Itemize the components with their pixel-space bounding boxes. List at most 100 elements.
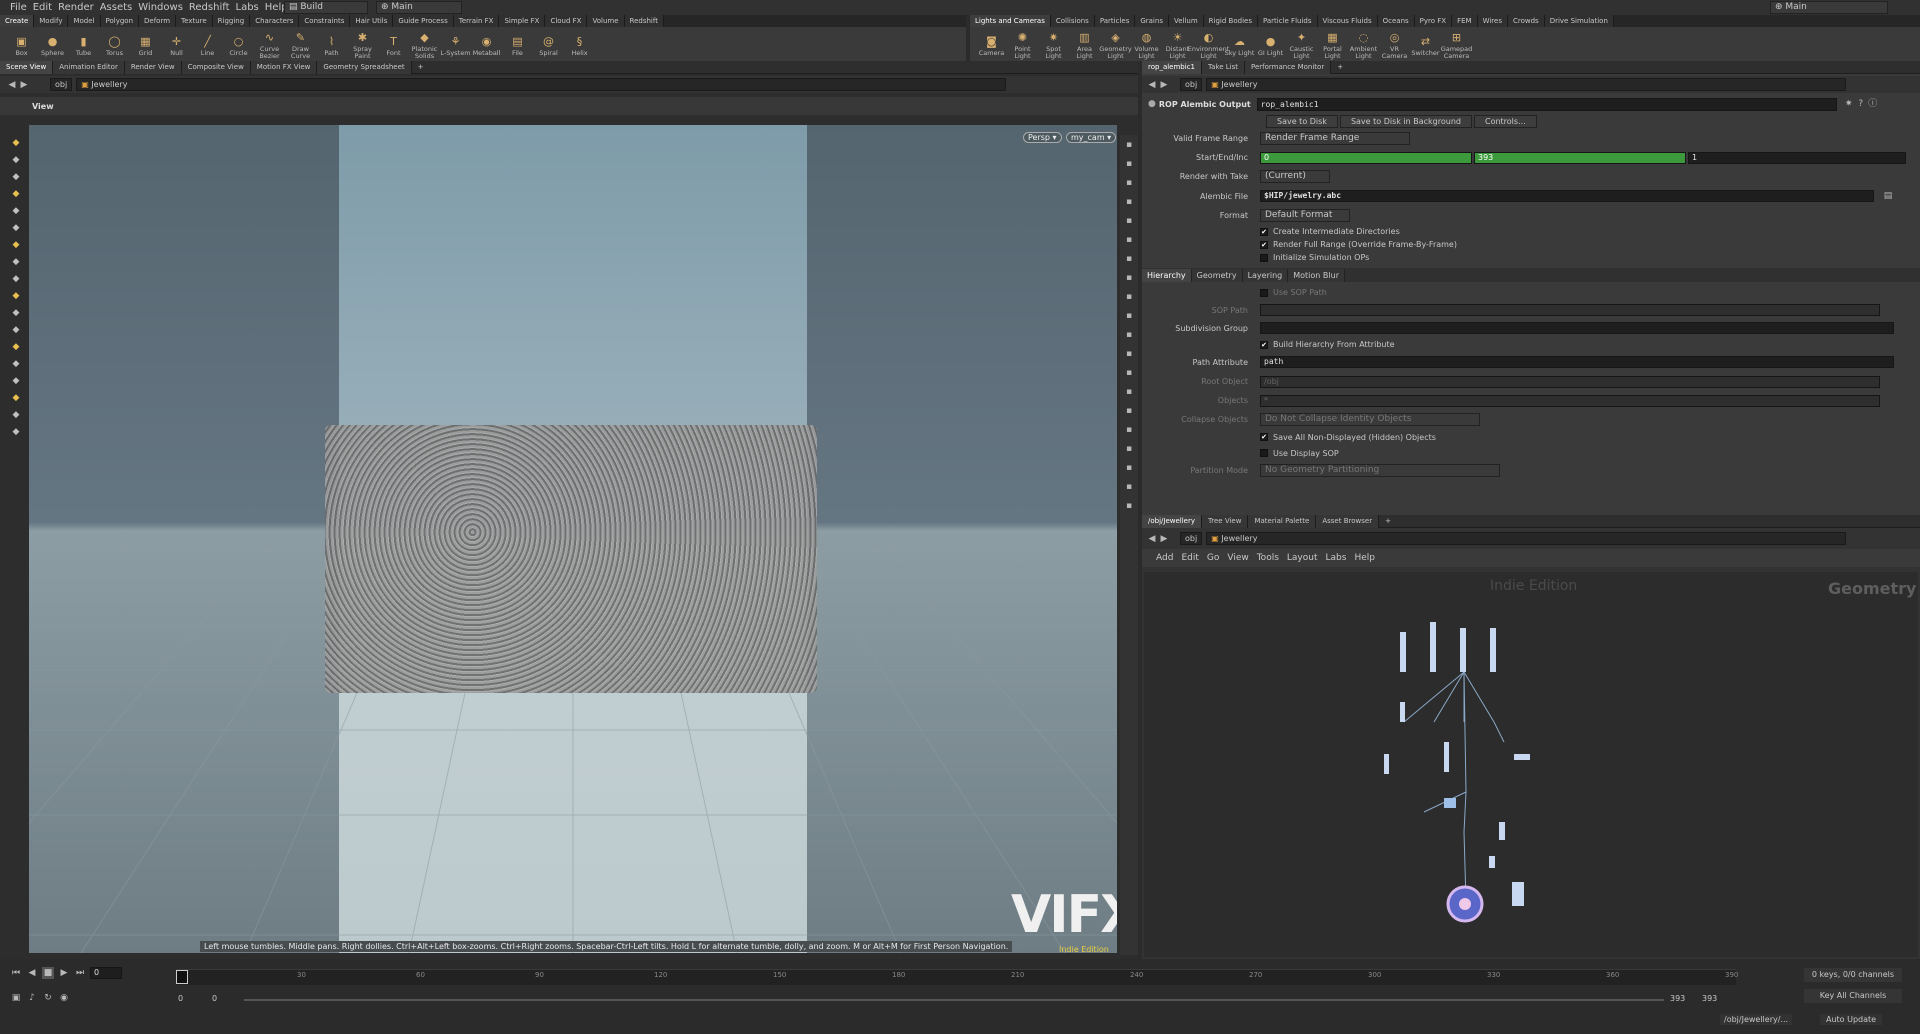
timeline-ruler[interactable]: 0306090120150180210240270300330360390	[176, 969, 1738, 985]
menu-go[interactable]: Go	[1207, 553, 1227, 563]
range-slider[interactable]	[244, 999, 1664, 1001]
tab-animation-editor[interactable]: Animation Editor	[53, 60, 125, 74]
lock-icon[interactable]: ▪	[1123, 177, 1135, 189]
tab-take-list[interactable]: Take List	[1202, 60, 1245, 74]
menu-redshift[interactable]: Redshift	[189, 0, 236, 15]
menu-labs[interactable]: Labs	[236, 0, 265, 15]
use-display-sop-checkbox[interactable]	[1260, 449, 1268, 457]
tab-tree-view[interactable]: Tree View	[1202, 514, 1249, 528]
path-obj[interactable]: obj	[1180, 78, 1203, 91]
snap-icon[interactable]: ◆	[10, 256, 22, 268]
wireframe-icon[interactable]: ▪	[1123, 139, 1135, 151]
forward-arrow-icon[interactable]: ▶	[18, 79, 30, 91]
playhead[interactable]	[176, 970, 188, 984]
save-hidden-checkbox[interactable]: ✔	[1260, 433, 1268, 441]
menu-edit[interactable]: Edit	[1181, 553, 1206, 563]
tab-scene-view[interactable]: Scene View	[0, 60, 54, 74]
camera-menu[interactable]: my_cam ▾	[1066, 132, 1117, 143]
path-attribute-field[interactable]: path	[1260, 356, 1894, 368]
rotate-icon[interactable]: ◆	[10, 171, 22, 183]
pose-icon[interactable]: ◆	[10, 222, 22, 234]
path-obj[interactable]: obj	[1180, 532, 1203, 545]
shelf-tool-grid[interactable]: ▦ Grid	[130, 32, 161, 57]
back-arrow-icon[interactable]: ◀	[1146, 533, 1158, 545]
info-icon[interactable]: ⓘ	[1867, 98, 1879, 110]
select-icon[interactable]: ◆	[10, 137, 22, 149]
tab-layering[interactable]: Layering	[1242, 268, 1289, 282]
tab-render-view[interactable]: Render View	[124, 60, 182, 74]
shelf-tool-null[interactable]: ✛ Null	[161, 32, 192, 57]
menu-windows[interactable]: Windows	[138, 0, 189, 15]
stop-icon[interactable]: ■	[42, 967, 54, 979]
shelf-tool-torus[interactable]: ◯ Torus	[99, 32, 130, 57]
shelf-tab-guide-process[interactable]: Guide Process	[393, 15, 454, 27]
scale-icon[interactable]: ◆	[10, 188, 22, 200]
shelf-tool-sphere[interactable]: ● Sphere	[37, 32, 68, 57]
safe-area-icon[interactable]: ▪	[1123, 405, 1135, 417]
shelf-tool-area-light[interactable]: ▥ Area Light	[1069, 28, 1100, 60]
param-checkbox[interactable]	[1260, 253, 1268, 262]
display-icon[interactable]: ▪	[1123, 424, 1135, 436]
viewport[interactable]: VIFX Indie Edition Left mouse tumbles. M…	[29, 125, 1117, 953]
shelf-tool-circle[interactable]: ○ Circle	[223, 32, 254, 57]
visibility-icon[interactable]: ▪	[1123, 386, 1135, 398]
controls-button[interactable]: Controls...	[1473, 115, 1537, 128]
backface-icon[interactable]: ▪	[1123, 329, 1135, 341]
shelf-tab-particle-fluids[interactable]: Particle Fluids	[1257, 15, 1318, 27]
key-all-channels-dropdown[interactable]: Key All Channels	[1804, 989, 1902, 1003]
shelf-tab-viscous-fluids[interactable]: Viscous Fluids	[1317, 15, 1378, 27]
shelf-tab-oceans[interactable]: Oceans	[1377, 15, 1415, 27]
xray-icon[interactable]: ▪	[1123, 215, 1135, 227]
objects-field[interactable]: *	[1260, 394, 1880, 407]
menu-labs[interactable]: Labs	[1326, 553, 1355, 563]
tab-network-editor[interactable]: /obj/Jewellery	[1142, 514, 1203, 528]
play-icon[interactable]: ▶	[58, 967, 70, 979]
path-node[interactable]: ▣ Jewellery	[1206, 78, 1847, 91]
increment-field[interactable]: 1	[1688, 151, 1906, 164]
tab-composite-view[interactable]: Composite View	[181, 60, 251, 74]
refresh-icon[interactable]: ▪	[1123, 462, 1135, 474]
save-to-disk-button[interactable]: Save to Disk	[1266, 115, 1338, 128]
shelf-tab-modify[interactable]: Modify	[34, 15, 69, 27]
menu-edit[interactable]: Edit	[33, 0, 58, 15]
clip-icon[interactable]: ◆	[10, 426, 22, 438]
start-frame-field[interactable]: 0	[1260, 151, 1472, 164]
file-browse-icon[interactable]: ▤	[1882, 190, 1894, 202]
shelf-tab-create[interactable]: Create	[0, 15, 35, 27]
help-icon[interactable]: ?	[1855, 98, 1867, 110]
shelf-tab-characters[interactable]: Characters	[250, 15, 300, 27]
gear-icon[interactable]: ✷	[1843, 98, 1855, 110]
shelf-tool-font[interactable]: T Font	[378, 32, 409, 57]
shelf-tool-ambient-light[interactable]: ◌ Ambient Light	[1348, 28, 1379, 60]
shelf-tool-switcher[interactable]: ⇄ Switcher	[1410, 32, 1441, 57]
shelf-tool-camera[interactable]: ◙ Camera	[976, 32, 1007, 57]
collapse-objects-dropdown[interactable]: Do Not Collapse Identity Objects	[1260, 413, 1480, 426]
shelf-tool-box[interactable]: ▣ Box	[6, 32, 37, 57]
paint-icon[interactable]: ◆	[10, 392, 22, 404]
shelf-tab-particles[interactable]: Particles	[1094, 15, 1136, 27]
end-frame-field[interactable]: 393	[1474, 151, 1686, 164]
shelf-tab-volume[interactable]: Volume	[587, 15, 625, 27]
shelf-tab-rigging[interactable]: Rigging	[212, 15, 251, 27]
shelf-tab-drive-simulation[interactable]: Drive Simulation	[1544, 15, 1614, 27]
shelf-tab-simple-fx[interactable]: Simple FX	[499, 15, 546, 27]
menu-add[interactable]: Add	[1156, 553, 1181, 563]
path-obj[interactable]: obj	[50, 78, 73, 91]
pin-icon[interactable]: ◆	[10, 307, 22, 319]
ghost-icon[interactable]: ▪	[1123, 196, 1135, 208]
shelf-tab-vellum[interactable]: Vellum	[1168, 15, 1204, 27]
shelf-tab-polygon[interactable]: Polygon	[100, 15, 140, 27]
bbox-icon[interactable]: ▪	[1123, 348, 1135, 360]
add-tab-button[interactable]: +	[412, 61, 430, 74]
shelf-tool-spray-paint[interactable]: ✱ Spray Paint	[347, 28, 378, 60]
back-arrow-icon[interactable]: ◀	[1146, 79, 1158, 91]
auto-update-dropdown[interactable]: Auto Update	[1820, 1014, 1883, 1025]
shelf-tool-helix[interactable]: § Helix	[564, 32, 595, 57]
shelf-tool-draw-curve[interactable]: ✎ Draw Curve	[285, 28, 316, 60]
save-to-disk-bg-button[interactable]: Save to Disk in Background	[1339, 115, 1472, 128]
shelf-tab-rigid-bodies[interactable]: Rigid Bodies	[1203, 15, 1258, 27]
shelf-tool-line[interactable]: ╱ Line	[192, 32, 223, 57]
menu-render[interactable]: Render	[58, 0, 100, 15]
tab-motion-blur[interactable]: Motion Blur	[1288, 268, 1345, 282]
shelf-tab-texture[interactable]: Texture	[176, 15, 213, 27]
